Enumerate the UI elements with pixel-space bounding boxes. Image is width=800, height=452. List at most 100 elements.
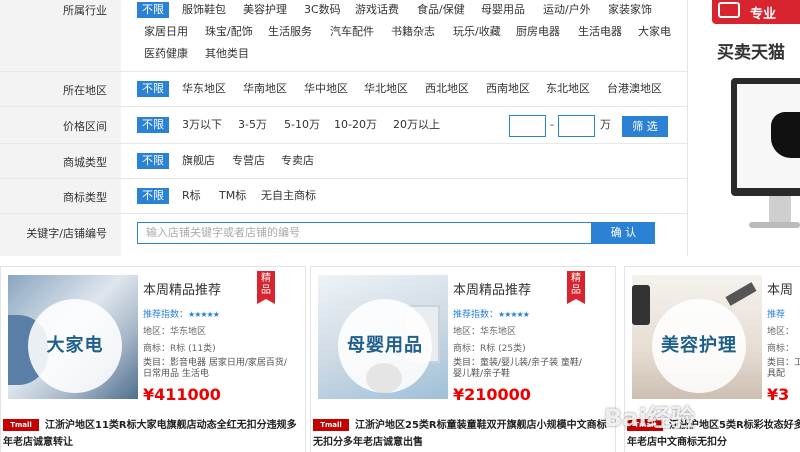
region-option[interactable]: 东北地区 xyxy=(546,81,590,97)
price-max-input[interactable] xyxy=(558,115,595,137)
industry-option[interactable]: 服饰鞋包 xyxy=(182,2,226,18)
industry-option[interactable]: 食品/保健 xyxy=(417,2,465,18)
card-title: 本周精品推荐 xyxy=(143,283,222,298)
card-image-label: 母婴用品 xyxy=(338,299,432,393)
card-category: 类目：童装/婴儿装/亲子装 童鞋/婴儿鞋/亲子鞋 xyxy=(453,358,582,379)
confirm-button[interactable]: 确 认 xyxy=(592,222,655,244)
brand-type-option[interactable]: TM标 xyxy=(219,188,246,204)
tmall-tag: Tmall 0:0 xyxy=(313,419,349,441)
region-label: 所在地区 xyxy=(0,72,121,106)
keyword-input[interactable]: 输入店铺关键字或者店铺的编号 xyxy=(137,222,592,244)
mall-type-option-all[interactable]: 不限 xyxy=(137,153,169,169)
card-region: 地区：华东地区 xyxy=(453,327,517,337)
industry-option[interactable]: 3C数码 xyxy=(304,2,341,18)
card-rating: 推荐指数：★★★★★ xyxy=(453,310,530,320)
card-image: 美容护理 xyxy=(632,275,762,399)
monitor-stand xyxy=(769,196,791,222)
brand-type-row: 商标类型 不限 R标 TM标 无自主商标 xyxy=(0,179,688,214)
page: { "filters": { "industry": { "label": "所… xyxy=(0,0,800,452)
industry-option[interactable]: 珠宝/配饰 xyxy=(205,24,253,40)
card-badge: 精品 xyxy=(567,271,585,304)
mall-type-option[interactable]: 专营店 xyxy=(232,153,265,169)
price-min-input[interactable] xyxy=(509,115,546,137)
card-image: 母婴用品 xyxy=(318,275,448,399)
card-image-label: 美容护理 xyxy=(652,299,746,393)
industry-option[interactable]: 其他类目 xyxy=(205,46,249,62)
mall-type-label: 商城类型 xyxy=(0,144,121,178)
card-title: 本周 xyxy=(767,283,794,298)
brand-type-option[interactable]: R标 xyxy=(182,188,201,204)
industry-option[interactable]: 大家电 xyxy=(638,24,671,40)
promo-top-label: 专业 xyxy=(750,7,777,22)
industry-label: 所属行业 xyxy=(0,0,121,71)
price-label: 价格区间 xyxy=(0,107,121,143)
region-option[interactable]: 西南地区 xyxy=(486,81,530,97)
price-option[interactable]: 5-10万 xyxy=(284,117,320,133)
price-option[interactable]: 3-5万 xyxy=(238,117,267,133)
brand-type-option[interactable]: 无自主商标 xyxy=(261,188,316,204)
promo-panel[interactable]: 专业 买卖天猫 xyxy=(699,0,800,256)
card-category: 类目：影音电器 居家日用/家居百货/日常用品 生活电 xyxy=(143,358,287,379)
shop-card[interactable]: 大家电 本周精品推荐 精品 推荐指数：★★★★★ 地区：华东地区 商标：R标 (… xyxy=(0,266,306,452)
industry-option[interactable]: 运动/户外 xyxy=(543,2,591,18)
price-option[interactable]: 3万以下 xyxy=(182,117,222,133)
keyword-label: 关键字/店铺编号 xyxy=(0,214,121,256)
price-unit: 万 xyxy=(600,118,611,131)
watermark: Bai经验 xyxy=(604,404,695,432)
industry-option[interactable]: 医药健康 xyxy=(144,46,188,62)
shop-card[interactable]: 母婴用品 本周精品推荐 精品 推荐指数：★★★★★ 地区：华东地区 商标：R标 … xyxy=(310,266,616,452)
mall-type-option[interactable]: 专卖店 xyxy=(281,153,314,169)
industry-option[interactable]: 生活服务 xyxy=(268,24,312,40)
mall-type-option[interactable]: 旗舰店 xyxy=(182,153,215,169)
card-brand: 商标：R标 (25类) xyxy=(453,344,526,354)
card-title: 本周精品推荐 xyxy=(453,283,532,298)
industry-row: 所属行业 不限 服饰鞋包 美容护理 3C数码 游戏话费 食品/保健 母婴用品 运… xyxy=(0,0,688,72)
industry-option[interactable]: 美容护理 xyxy=(243,2,287,18)
card-image-label: 大家电 xyxy=(28,299,122,393)
card-rating: 推荐指数：★★★★★ xyxy=(143,310,220,320)
industry-option[interactable]: 厨房电器 xyxy=(516,24,560,40)
industry-option[interactable]: 母婴用品 xyxy=(481,2,525,18)
region-option[interactable]: 台港澳地区 xyxy=(607,81,662,97)
mall-type-row: 商城类型 不限 旗舰店 专营店 专卖店 xyxy=(0,144,688,179)
region-option[interactable]: 华中地区 xyxy=(304,81,348,97)
brand-type-option-all[interactable]: 不限 xyxy=(137,188,169,204)
brand-type-label: 商标类型 xyxy=(0,179,121,213)
card-region: 地区： xyxy=(767,327,795,337)
industry-option[interactable]: 游戏话费 xyxy=(355,2,399,18)
region-option[interactable]: 华北地区 xyxy=(364,81,408,97)
card-region: 地区：华东地区 xyxy=(143,327,207,337)
shop-icon xyxy=(718,2,740,18)
card-price: ¥411000 xyxy=(143,385,221,404)
industry-option[interactable]: 玩乐/收藏 xyxy=(453,24,501,40)
price-row: 价格区间 不限 3万以下 3-5万 5-10万 10-20万 20万以上 - 万… xyxy=(0,107,688,144)
card-rating: 推荐 xyxy=(767,310,786,320)
promo-top-banner: 专业 xyxy=(712,0,800,24)
price-option[interactable]: 10-20万 xyxy=(334,117,377,133)
card-description[interactable]: Tmall 0:0江浙沪地区25类R标童装童鞋双开旗舰店小规模中文商标无扣分多年… xyxy=(313,417,613,451)
monitor-image xyxy=(731,78,800,196)
card-brand: 商标：R标 (11类) xyxy=(143,344,216,354)
region-option[interactable]: 西北地区 xyxy=(425,81,469,97)
monitor-base xyxy=(749,222,800,228)
industry-option[interactable]: 家装家饰 xyxy=(608,2,652,18)
industry-option-all[interactable]: 不限 xyxy=(137,2,169,18)
price-option[interactable]: 20万以上 xyxy=(393,117,440,133)
card-price: ¥210000 xyxy=(453,385,531,404)
card-description[interactable]: Tmall 0:0江浙沪地区11类R标大家电旗舰店动态全红无扣分违规多年老店诚意… xyxy=(3,417,303,451)
tmall-tag: Tmall 0:0 xyxy=(3,419,39,441)
card-price: ¥3 xyxy=(767,385,790,404)
region-row: 所在地区 不限 华东地区 华南地区 华中地区 华北地区 西北地区 西南地区 东北… xyxy=(0,72,688,107)
region-option-all[interactable]: 不限 xyxy=(137,81,169,97)
industry-option[interactable]: 汽车配件 xyxy=(330,24,374,40)
region-option[interactable]: 华东地区 xyxy=(182,81,226,97)
industry-option[interactable]: 家居日用 xyxy=(144,24,188,40)
industry-option[interactable]: 生活电器 xyxy=(578,24,622,40)
region-option[interactable]: 华南地区 xyxy=(243,81,287,97)
card-image: 大家电 xyxy=(8,275,138,399)
price-option-all[interactable]: 不限 xyxy=(137,117,169,133)
industry-option[interactable]: 书籍杂志 xyxy=(391,24,435,40)
promo-text: 买卖天猫 xyxy=(717,43,785,63)
price-dash: - xyxy=(550,118,554,131)
filter-button[interactable]: 筛 选 xyxy=(622,116,668,137)
